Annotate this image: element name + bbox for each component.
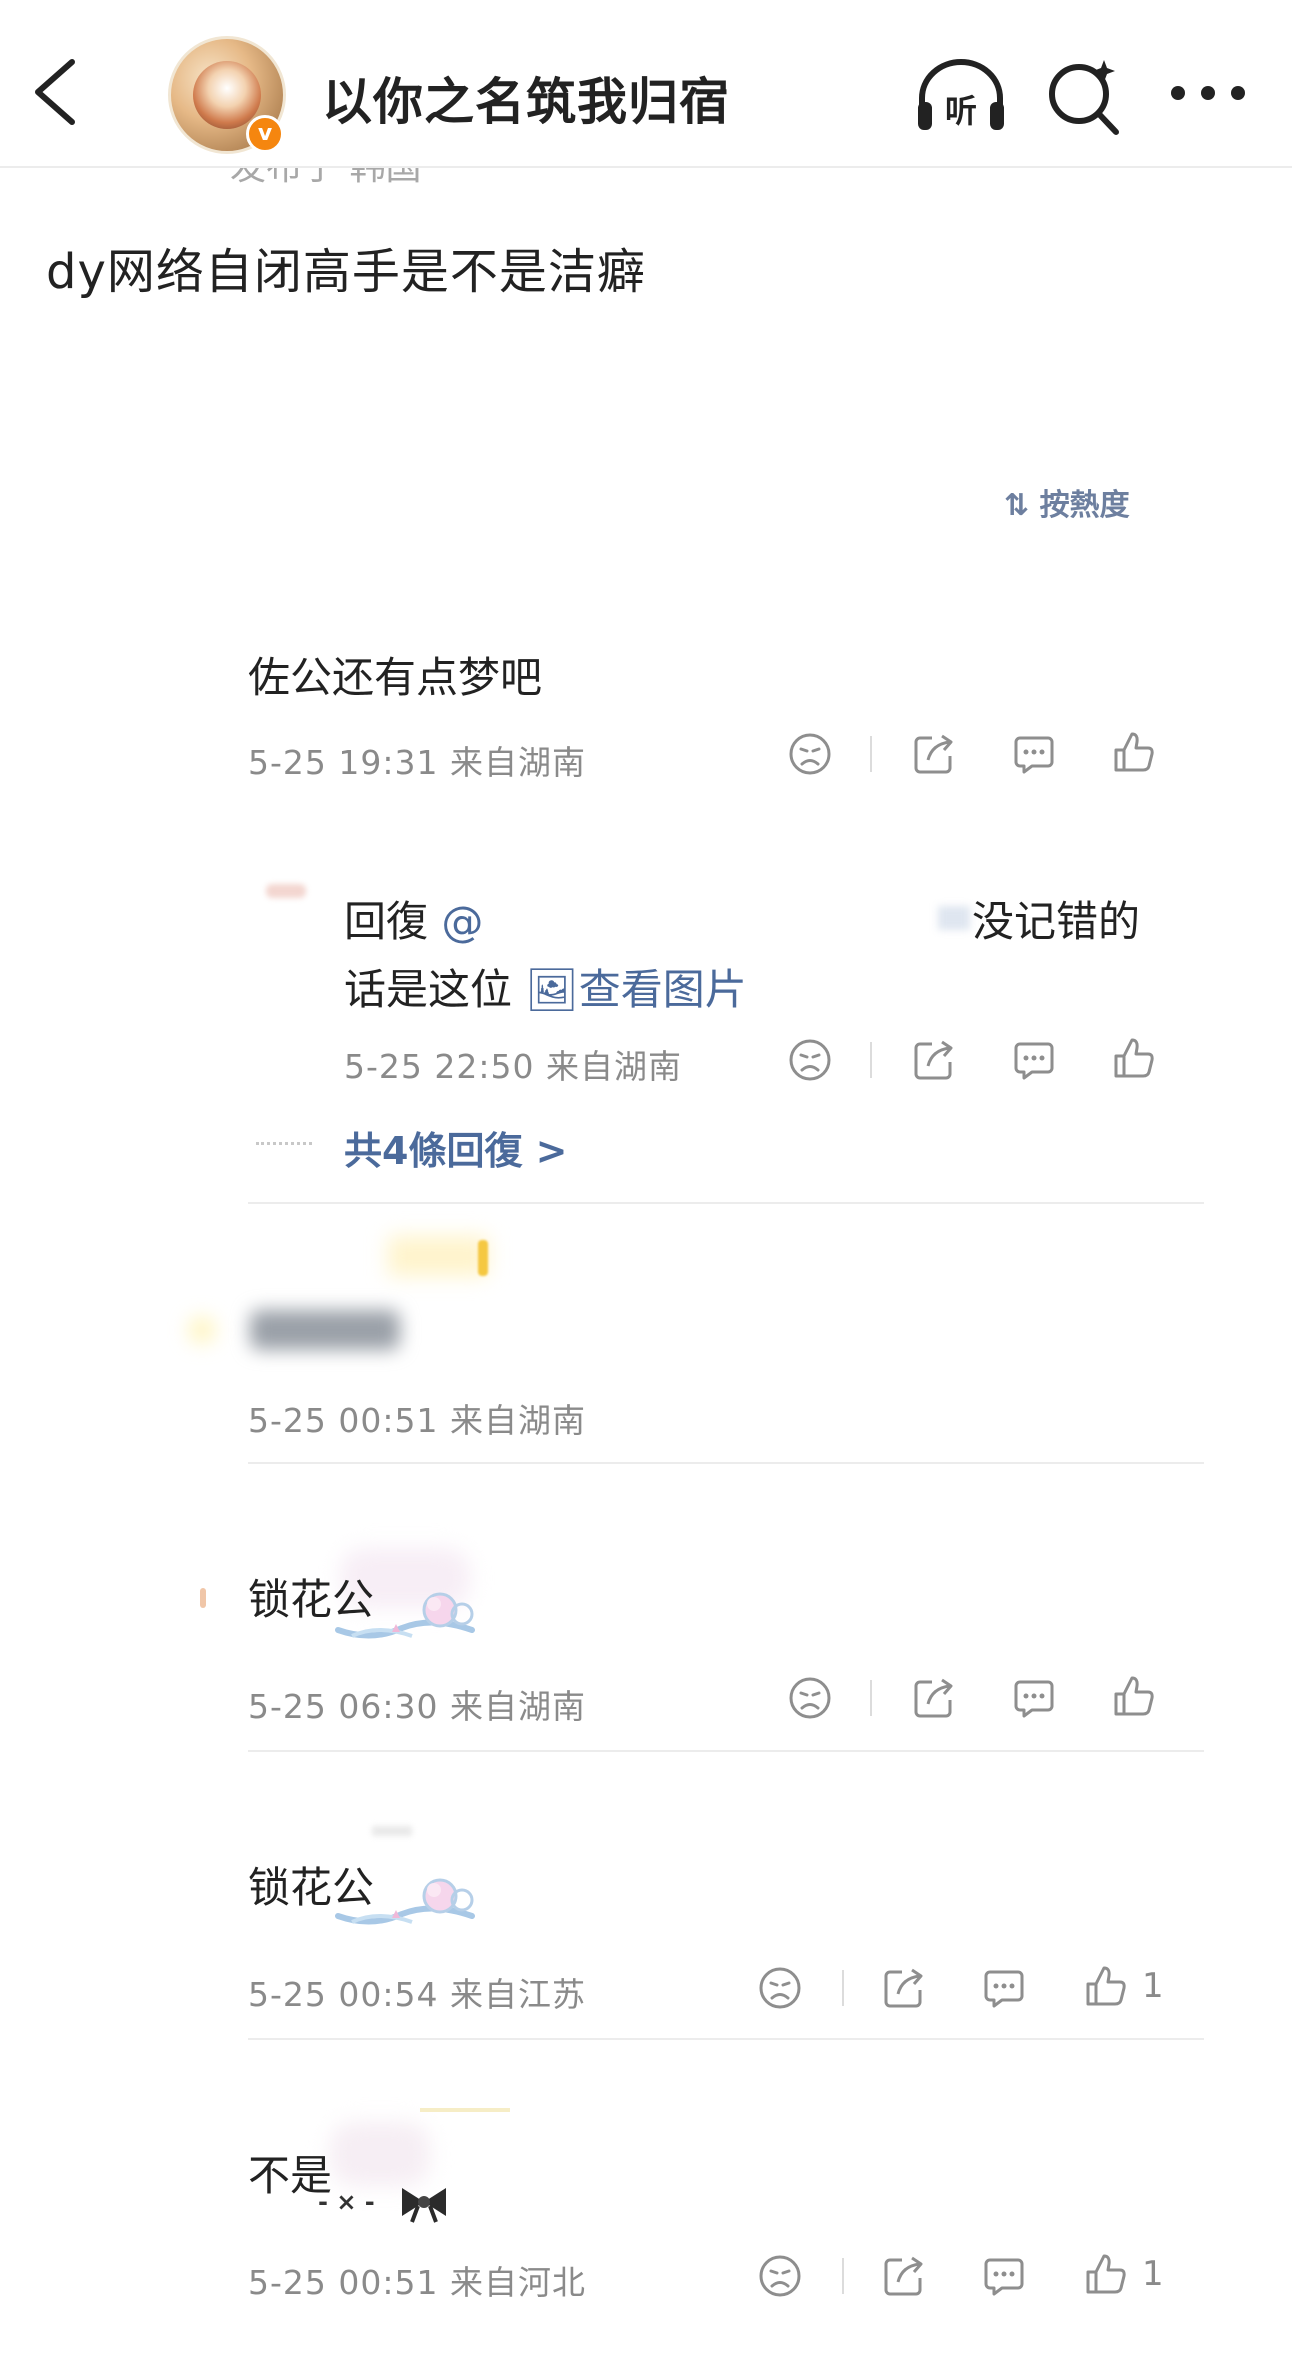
- comment-meta: 5-25 00:51 来自河北: [248, 2263, 586, 2302]
- divider-vertical: [842, 2258, 844, 2294]
- reply-text-line1: 回復 @: [344, 888, 483, 949]
- comment-divider: [248, 2038, 1204, 2040]
- divider-vertical: [870, 1042, 872, 1078]
- like-icon[interactable]: [1084, 1964, 1128, 2008]
- dislike-icon[interactable]: [788, 1676, 832, 1720]
- divider-vertical: [842, 1970, 844, 2006]
- redacted-mention: [938, 906, 970, 930]
- sort-icon: ⇅: [1004, 488, 1040, 523]
- search-icon[interactable]: [1046, 56, 1122, 136]
- comment-meta: 5-25 00:54 来自江苏: [248, 1975, 586, 2014]
- sticker-fragment: [478, 1240, 488, 1276]
- reply-icon[interactable]: [1012, 732, 1056, 776]
- flower-ribbon-sticker-icon: [335, 1878, 475, 1925]
- blurred-avatar: [190, 1318, 214, 1342]
- like-count: 1: [1142, 2254, 1164, 2294]
- blurred-sticker: [388, 1236, 488, 1276]
- like-count: 1: [1142, 1966, 1164, 2006]
- back-icon[interactable]: [28, 56, 88, 128]
- divider-vertical: [870, 1680, 872, 1716]
- comment-text: 佐公还有点梦吧: [248, 653, 543, 702]
- reply-icon[interactable]: [1012, 1676, 1056, 1720]
- reply-text-suffix: 没记错的: [972, 897, 1141, 946]
- reply-meta: 5-25 22:50 来自湖南: [344, 1047, 682, 1086]
- image-icon: 🖼: [525, 965, 579, 1014]
- share-icon[interactable]: [882, 2254, 926, 2298]
- view-image-label: 查看图片: [578, 965, 747, 1014]
- reply-text-line2: 话是这位 🖼查看图片: [344, 956, 747, 1017]
- like-icon[interactable]: [1112, 1674, 1156, 1718]
- more-icon[interactable]: [1168, 78, 1248, 108]
- flower-ribbon-sticker-icon: [335, 1592, 475, 1639]
- comment-meta: 5-25 06:30 来自湖南: [248, 1687, 586, 1726]
- comment-divider: [248, 1462, 1204, 1464]
- svg-text:- × -: - × -: [318, 2188, 375, 2216]
- share-icon[interactable]: [882, 1966, 926, 2010]
- reply-icon[interactable]: [982, 2254, 1026, 2298]
- account-name[interactable]: 以你之名筑我归宿: [322, 62, 730, 134]
- view-image-link[interactable]: 🖼查看图片: [525, 965, 746, 1014]
- post-text: dy网络自闭高手是不是洁癖: [46, 244, 646, 300]
- reply-prefix: 回復: [344, 897, 442, 946]
- sticker-fragment: [420, 2108, 510, 2112]
- dislike-icon[interactable]: [788, 1038, 832, 1082]
- top-bar: v 以你之名筑我归宿 听: [0, 0, 1292, 168]
- share-icon[interactable]: [912, 732, 956, 776]
- dislike-icon[interactable]: [758, 1966, 802, 2010]
- sort-label: 按熱度: [1039, 488, 1130, 523]
- more-replies-link[interactable]: 共4條回復 >: [344, 1120, 568, 1175]
- comment-meta: 5-25 19:31 来自湖南: [248, 743, 586, 782]
- reply-line2-text: 话是这位: [344, 965, 526, 1014]
- share-icon[interactable]: [912, 1038, 956, 1082]
- avatar-fragment: [372, 1826, 412, 1836]
- divider-vertical: [870, 736, 872, 772]
- verified-badge-icon: v: [246, 115, 284, 153]
- reply-icon[interactable]: [1012, 1038, 1056, 1082]
- bow-sticker-icon: - × -: [318, 2188, 446, 2223]
- dislike-icon[interactable]: [788, 732, 832, 776]
- like-icon[interactable]: [1084, 2252, 1128, 2296]
- avatar-image: [193, 61, 261, 129]
- avatar-fragment: [200, 1588, 206, 1608]
- like-icon[interactable]: [1112, 730, 1156, 774]
- reply-avatar-fragment: [266, 884, 306, 898]
- like-icon[interactable]: [1112, 1036, 1156, 1080]
- sort-toggle[interactable]: ⇅ 按熱度: [1004, 480, 1130, 524]
- blurred-comment-text: [250, 1310, 400, 1350]
- comment-meta: 5-25 00:51 来自湖南: [248, 1401, 586, 1440]
- dislike-icon[interactable]: [758, 2254, 802, 2298]
- share-icon[interactable]: [912, 1676, 956, 1720]
- reply-icon[interactable]: [982, 1966, 1026, 2010]
- mention-link[interactable]: @: [441, 897, 483, 946]
- blurred-sticker: [330, 2122, 430, 2186]
- comment-divider: [248, 1202, 1204, 1204]
- reply-thread-dots: [256, 1142, 312, 1145]
- listen-icon[interactable]: 听: [914, 58, 1008, 134]
- comment-divider: [248, 1750, 1204, 1752]
- listen-glyph: 听: [945, 92, 977, 130]
